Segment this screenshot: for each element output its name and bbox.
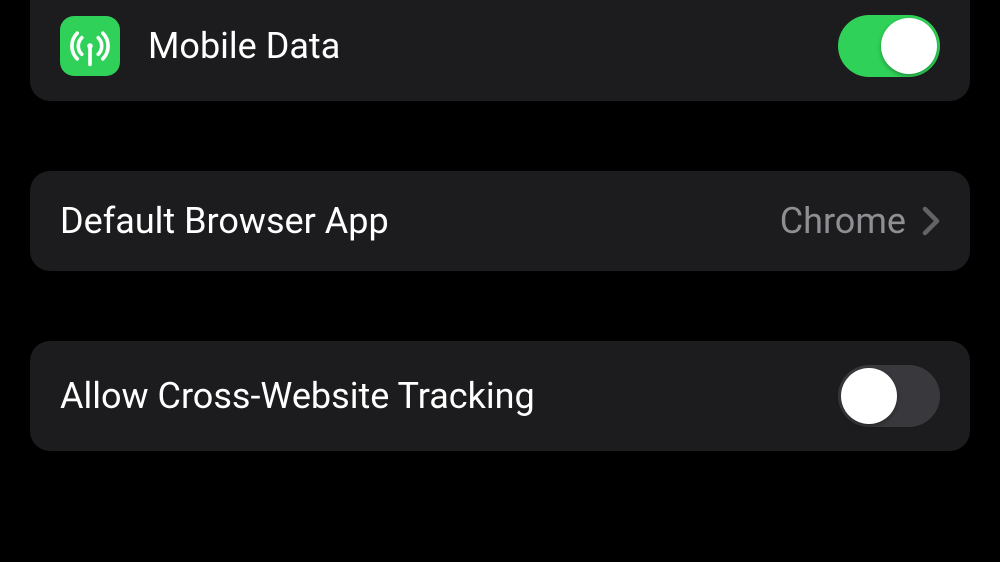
mobile-data-label: Mobile Data: [148, 25, 838, 67]
default-browser-row[interactable]: Default Browser App Chrome: [30, 171, 970, 271]
cross-website-tracking-toggle[interactable]: [838, 365, 940, 427]
mobile-data-toggle[interactable]: [838, 15, 940, 77]
cross-website-tracking-label: Allow Cross-Website Tracking: [60, 375, 838, 417]
chevron-right-icon: [922, 206, 940, 236]
mobile-data-icon: [60, 16, 120, 76]
toggle-knob: [841, 368, 897, 424]
toggle-knob: [881, 18, 937, 74]
default-browser-value: Chrome: [780, 200, 906, 242]
cross-website-tracking-row[interactable]: Allow Cross-Website Tracking: [30, 341, 970, 451]
default-browser-label: Default Browser App: [60, 200, 780, 242]
antenna-icon: [68, 24, 112, 68]
settings-container: Mobile Data Default Browser App Chrome A…: [0, 0, 1000, 451]
settings-group-access: Mobile Data: [30, 0, 970, 101]
mobile-data-row[interactable]: Mobile Data: [30, 0, 970, 101]
settings-group-browser: Default Browser App Chrome: [30, 171, 970, 271]
settings-group-tracking: Allow Cross-Website Tracking: [30, 341, 970, 451]
